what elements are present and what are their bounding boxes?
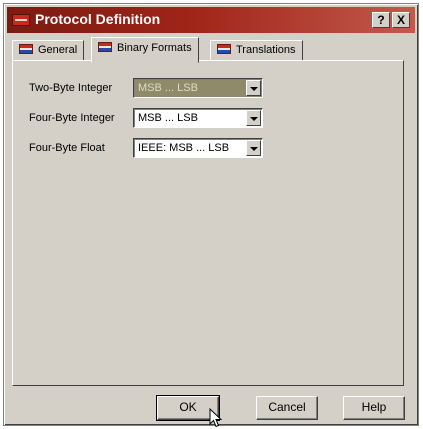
tab-binary-formats[interactable]: Binary Formats bbox=[91, 37, 199, 63]
mouse-cursor-icon bbox=[209, 408, 223, 428]
tab-label: General bbox=[38, 44, 78, 56]
protocol-tab-icon bbox=[217, 44, 231, 54]
binary-formats-panel: Two-Byte Integer MSB ... LSB Four-Byte I… bbox=[12, 60, 404, 386]
chevron-down-icon[interactable] bbox=[246, 140, 261, 156]
field-label: Two-Byte Integer bbox=[29, 82, 113, 94]
cancel-button[interactable]: Cancel bbox=[256, 396, 318, 420]
chevron-down-icon bbox=[246, 80, 261, 96]
field-label: Four-Byte Integer bbox=[29, 112, 115, 124]
two-byte-integer-select: MSB ... LSB bbox=[133, 78, 263, 98]
tab-label: Binary Formats bbox=[117, 42, 192, 54]
field-label: Four-Byte Float bbox=[29, 142, 105, 154]
dialog-title: Protocol Definition bbox=[35, 11, 161, 27]
tab-label: Translations bbox=[236, 44, 296, 56]
chevron-down-icon[interactable] bbox=[246, 110, 261, 126]
protocol-tab-icon bbox=[19, 44, 33, 54]
protocol-icon bbox=[12, 14, 30, 26]
help-button[interactable]: Help bbox=[343, 396, 405, 420]
help-title-button[interactable]: ? bbox=[372, 12, 390, 28]
close-button[interactable]: X bbox=[392, 12, 410, 28]
tab-translations[interactable]: Translations bbox=[210, 40, 303, 61]
four-byte-integer-select[interactable]: MSB ... LSB bbox=[133, 108, 263, 128]
four-byte-float-select[interactable]: IEEE: MSB ... LSB bbox=[133, 138, 263, 158]
title-bar[interactable]: Protocol Definition ? X bbox=[7, 7, 415, 33]
select-value: IEEE: MSB ... LSB bbox=[138, 142, 230, 154]
select-value: MSB ... LSB bbox=[138, 112, 198, 124]
select-value: MSB ... LSB bbox=[138, 82, 198, 94]
protocol-tab-icon bbox=[98, 42, 112, 52]
tab-general[interactable]: General bbox=[12, 40, 85, 61]
